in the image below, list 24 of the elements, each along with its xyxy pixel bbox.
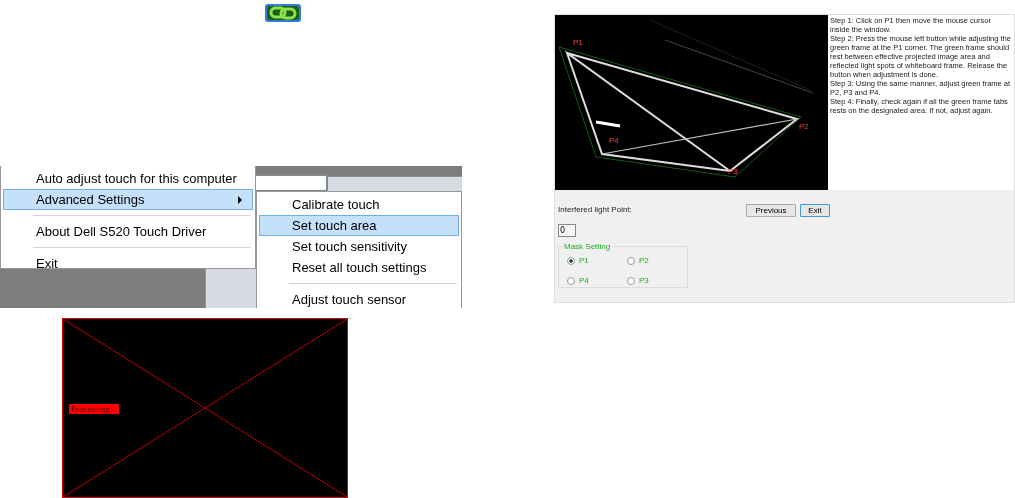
radio-button[interactable] (567, 277, 575, 285)
radio-button[interactable] (627, 257, 635, 265)
corner-label: P4 (609, 137, 619, 145)
corner-label: P1 (573, 39, 583, 47)
menu-item[interactable]: Auto adjust touch for this computer (3, 168, 253, 189)
radio-button[interactable] (567, 257, 575, 265)
menu-item[interactable]: Calibrate touch (259, 194, 459, 215)
menu-item[interactable]: Advanced Settings (3, 189, 253, 210)
corner-label: P2 (799, 123, 809, 131)
menu-item[interactable]: Exit (3, 253, 253, 274)
chain-link-icon[interactable] (264, 2, 302, 23)
menu-item[interactable]: About Dell S520 Touch Driver (3, 221, 253, 242)
status-label: Processing... (69, 404, 119, 414)
dialog-button[interactable]: Previous (746, 204, 796, 217)
input-field[interactable]: 0 (558, 224, 576, 237)
field-label: Interfered light Point: (558, 204, 633, 216)
radio-button[interactable] (627, 277, 635, 285)
menu-item[interactable]: Set touch area (259, 215, 459, 236)
group-title: Mask Setting (563, 242, 612, 251)
corner-label: P3 (728, 168, 738, 176)
dialog-button[interactable]: Exit (800, 204, 830, 217)
menu-item[interactable]: Set touch sensitivity (259, 236, 459, 257)
menu-item[interactable]: Reset all touch settings (259, 257, 459, 278)
menu-item[interactable]: Adjust touch sensor (259, 289, 459, 308)
